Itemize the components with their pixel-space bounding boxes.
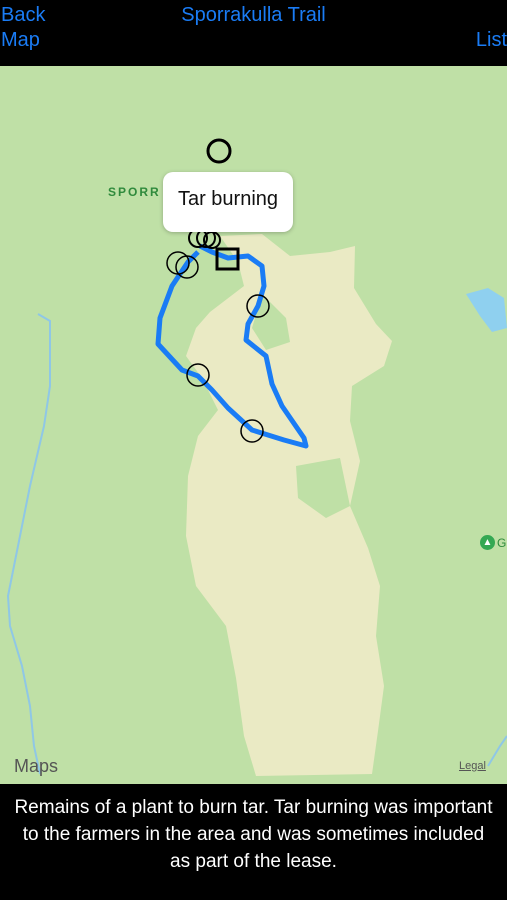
maps-attribution-text: Maps (14, 756, 59, 776)
waypoint-callout[interactable]: Tar burning (163, 172, 293, 232)
top-navigation-bar: Back Map Sporrakulla Trail List (0, 0, 507, 66)
map-view[interactable]: SPORR Tar burning ▲ G Maps Legal (0, 66, 507, 784)
legal-link[interactable]: Legal (459, 760, 486, 772)
area-label: SPORR (108, 185, 161, 199)
poi-icon[interactable]: ▲ (480, 535, 495, 550)
callout-title: Tar burning (177, 188, 279, 210)
description-panel: Remains of a plant to burn tar. Tar burn… (0, 784, 507, 900)
maps-attribution: Maps (14, 756, 58, 777)
field-area (186, 234, 392, 776)
waypoint-marker (206, 138, 232, 164)
description-text: Remains of a plant to burn tar. Tar burn… (14, 797, 493, 872)
stream (487, 735, 507, 767)
poi-label: G (497, 536, 507, 550)
lake (466, 288, 507, 332)
page-title: Sporrakulla Trail (181, 4, 326, 26)
map-button[interactable]: Map (1, 28, 40, 52)
stream (6, 313, 51, 775)
list-button[interactable]: List (476, 28, 507, 52)
